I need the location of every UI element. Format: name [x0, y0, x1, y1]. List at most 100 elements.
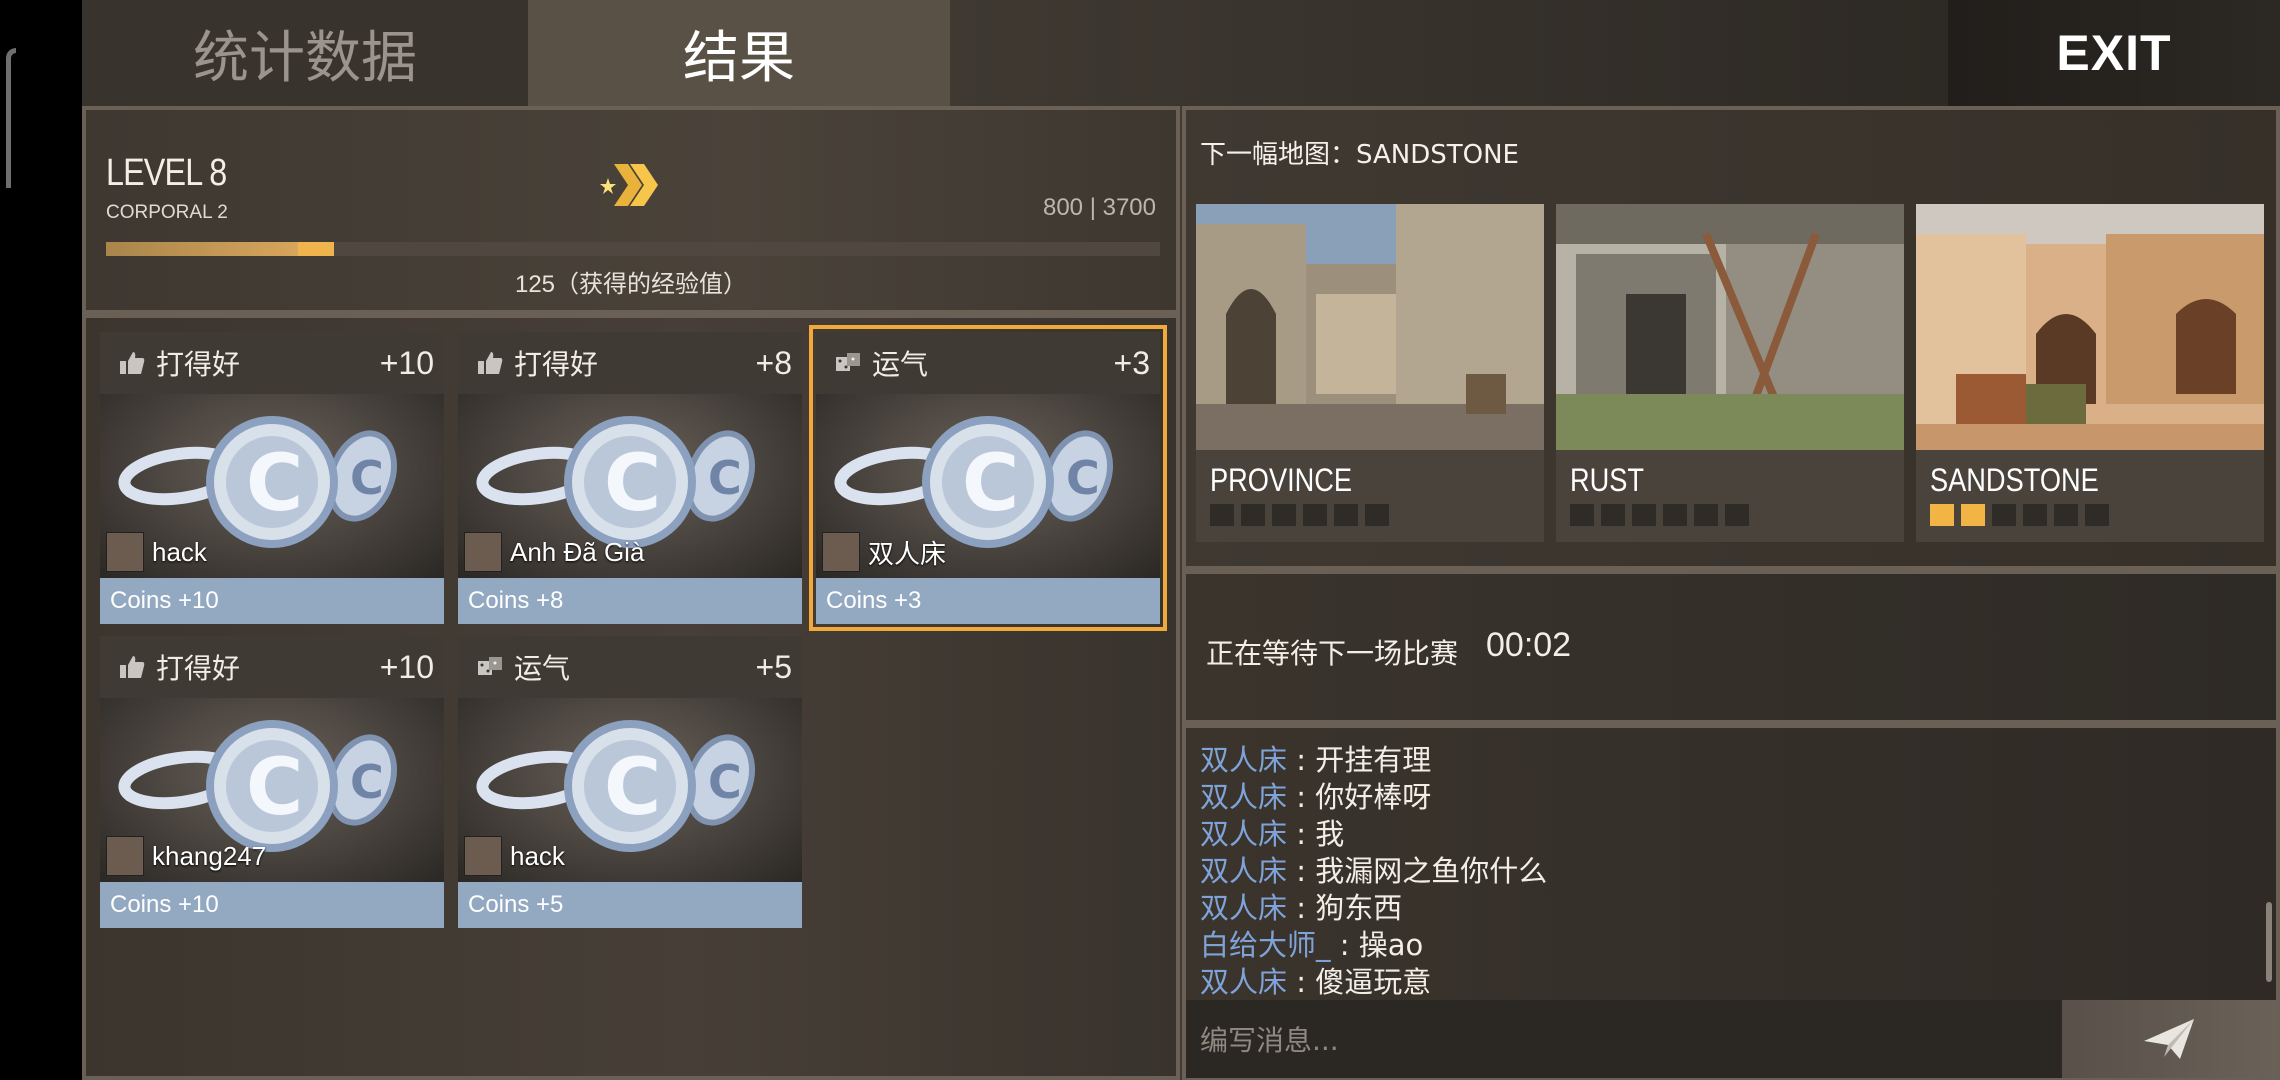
vote-slot [1601, 504, 1625, 526]
player-name: hack [152, 536, 207, 567]
reward-category: 运气 [872, 348, 929, 381]
map-name: SANDSTONE [1930, 462, 2099, 498]
player-avatar [464, 836, 502, 876]
chat-sender[interactable]: 双人床 [1200, 891, 1287, 925]
chat-log[interactable]: 双人床 : 开挂有理 双人床 : 你好棒呀 双人床 : 我双人床 : 我漏网之鱼你什… [1200, 728, 2250, 1000]
map-image-rust [1556, 204, 1904, 450]
reward-card-header: 运气 +5 [458, 636, 802, 698]
reward-category: 打得好 [514, 348, 599, 381]
chat-message-input[interactable]: 编写消息... [1186, 1000, 2062, 1078]
device-edge [0, 0, 82, 1080]
tab-stats[interactable]: 统计数据 [82, 0, 528, 106]
map-card-sandstone[interactable]: SANDSTONE [1916, 204, 2264, 542]
reward-points: +10 [379, 344, 434, 381]
thumbs-up-icon [478, 352, 503, 374]
chat-text: 傻逼玩意 [1315, 965, 1432, 999]
chat-message: 双人床 : 狗东西 [1200, 891, 1403, 925]
player-name: 双人床 [868, 538, 947, 569]
dice-icon [478, 657, 502, 675]
xp-numbers: 800 | 3700 [1042, 194, 1156, 221]
send-button[interactable] [2062, 1000, 2276, 1078]
waiting-text: 正在等待下一场比赛 [1206, 637, 1459, 670]
player-tag: khang247 [106, 836, 266, 876]
rank-chevron-icon [600, 164, 658, 206]
vote-slot [2023, 504, 2047, 526]
reward-card-header: 打得好 +10 [100, 636, 444, 698]
reward-points: +3 [1113, 344, 1150, 381]
reward-points: +8 [755, 344, 792, 381]
map-image-sandstone [1916, 204, 2264, 450]
player-avatar [464, 532, 502, 572]
chat-panel: 双人床 : 开挂有理 双人床 : 你好棒呀 双人床 : 我双人床 : 我漏网之鱼你什… [1182, 724, 2280, 1080]
vote-slot [1930, 504, 1954, 526]
vote-slot [1570, 504, 1594, 526]
svg-text:C: C [246, 439, 303, 529]
svg-text:C: C [604, 743, 661, 833]
thumbs-up-icon [120, 656, 145, 678]
vote-slot [2054, 504, 2078, 526]
chat-scrollbar[interactable] [2266, 902, 2272, 982]
player-name: khang247 [152, 840, 267, 871]
waiting-panel: 正在等待下一场比赛 00:02 [1182, 570, 2280, 724]
xp-progress-bar [106, 242, 1160, 256]
chat-message: 白给大师_ : 操ao [1200, 928, 1424, 962]
reward-points: +10 [379, 648, 434, 685]
chat-sender[interactable]: 双人床 [1200, 965, 1287, 999]
map-card-rust[interactable]: RUST [1556, 204, 1904, 542]
chat-sender[interactable]: 双人床 [1200, 854, 1287, 888]
reward-card-header: 运气 +3 [816, 332, 1160, 394]
chat-partial-line [1200, 728, 2250, 742]
vote-slot [1725, 504, 1749, 526]
chat-text: 我 [1315, 817, 1345, 851]
reward-card: 运气 +5 C Chack Coins +5 [458, 636, 802, 928]
map-card-province[interactable]: PROVINCE [1196, 204, 1544, 542]
reward-card: 打得好 +10 C Ckhang247 Coins +10 [100, 636, 444, 928]
chat-text: 狗东西 [1315, 891, 1403, 925]
map-name: PROVINCE [1210, 462, 1353, 498]
chat-sender[interactable]: 双人床 [1200, 743, 1287, 777]
next-map-label: 下一幅地图：SANDSTONE [1200, 140, 1519, 170]
chat-text: 你好棒呀 [1315, 780, 1432, 814]
svg-text:C: C [604, 439, 661, 529]
level-panel: LEVEL 8 CORPORAL 2 800 | 3700 125（获得的经验值… [82, 106, 1180, 314]
reward-card: 运气 +3 C C 双人床 Coins +3 [809, 325, 1167, 631]
vote-slot [1241, 504, 1265, 526]
chat-sender[interactable]: 双人床 [1200, 780, 1287, 814]
chat-text: 开挂有理 [1315, 743, 1432, 777]
map-vote-panel: 下一幅地图：SANDSTONE PROVINCE RUST SANDSTONE [1182, 106, 2280, 570]
reward-category: 打得好 [156, 348, 241, 381]
chat-sender[interactable]: 双人床 [1200, 817, 1287, 851]
top-bar: 统计数据 结果 EXIT [82, 0, 2280, 106]
player-tag: hack [464, 836, 565, 876]
paper-plane-icon [2144, 1019, 2194, 1059]
player-avatar [106, 532, 144, 572]
vote-meter [1570, 504, 1749, 526]
rank-name: CORPORAL 2 [106, 202, 228, 223]
svg-text:C: C [708, 755, 742, 809]
xp-progress-fill [106, 242, 298, 256]
chat-message: 双人床 : 傻逼玩意 [1200, 965, 1432, 999]
chat-sender[interactable]: 白给大师_ [1200, 928, 1331, 962]
level-title: LEVEL 8 [106, 152, 227, 194]
exit-button[interactable]: EXIT [1948, 0, 2280, 106]
svg-text:C: C [962, 439, 1019, 529]
map-name: RUST [1570, 462, 1645, 498]
vote-slot [1632, 504, 1656, 526]
reward-points: +5 [755, 648, 792, 685]
tab-results[interactable]: 结果 [528, 0, 950, 106]
coins-reward: Coins +8 [458, 578, 802, 624]
player-tag: 双人床 [822, 532, 946, 572]
player-name: hack [510, 840, 565, 871]
coins-reward: Coins +10 [100, 882, 444, 928]
reward-card-header: 打得好 +10 [100, 332, 444, 394]
match-results-screen: 统计数据 结果 EXIT LEVEL 8 CORPORAL 2 800 | 37… [82, 0, 2280, 1080]
chat-text: 操ao [1358, 928, 1424, 962]
reward-card: 打得好 +10 C Chack Coins +10 [100, 332, 444, 624]
map-image-province [1196, 204, 1544, 450]
chat-message: 双人床 : 我 [1200, 817, 1345, 851]
chat-text: 我漏网之鱼你什么 [1315, 854, 1548, 888]
vote-meter [1930, 504, 2109, 526]
back-gesture-handle[interactable] [6, 48, 16, 188]
thumbs-up-icon [120, 352, 145, 374]
chat-message: 双人床 : 我漏网之鱼你什么 [1200, 854, 1548, 888]
